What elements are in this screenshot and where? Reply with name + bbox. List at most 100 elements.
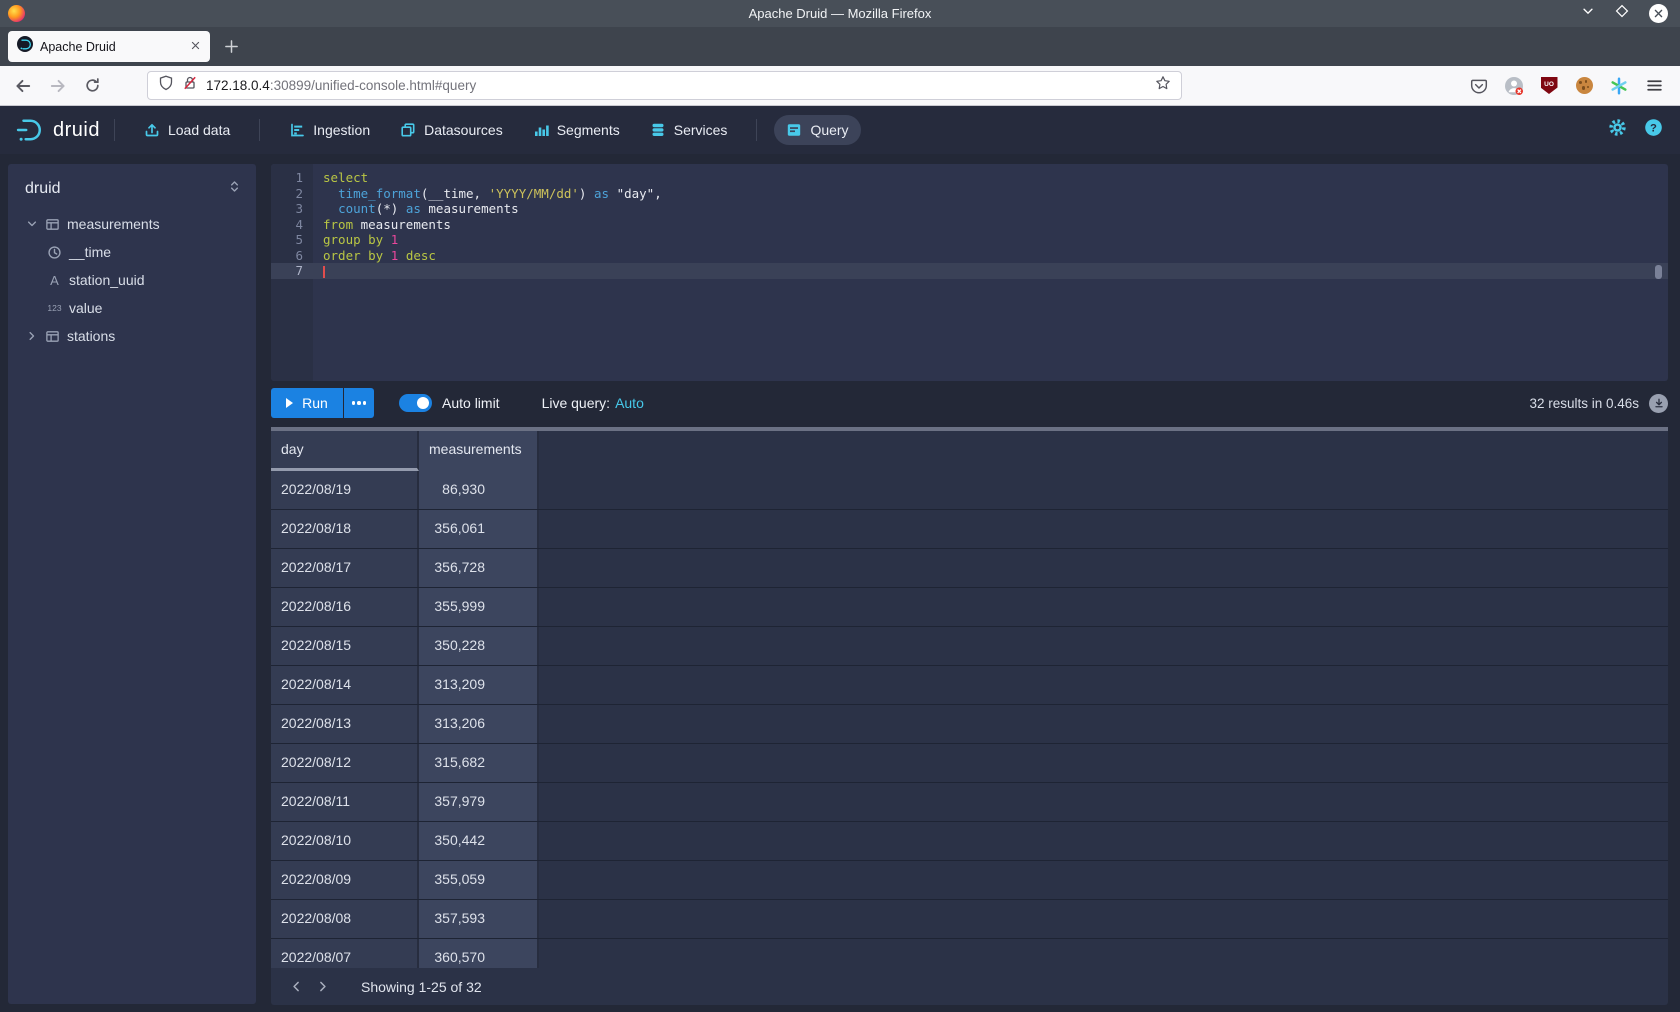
tab-close-icon[interactable] [190,38,201,56]
nav-item-label: Services [674,122,728,138]
cell-measurements[interactable]: 356,061 [419,510,539,548]
cell-day[interactable]: 2022/08/19 [271,471,419,509]
run-more-options-button[interactable] [344,388,374,418]
table-row[interactable]: 2022/08/17356,728 [271,549,1668,588]
cell-measurements[interactable]: 355,059 [419,861,539,899]
cell-measurements[interactable]: 356,728 [419,549,539,587]
new-tab-button[interactable] [224,39,239,54]
table-row[interactable]: 2022/08/1986,930 [271,471,1668,510]
table-row[interactable]: 2022/08/16355,999 [271,588,1668,627]
table-row[interactable]: 2022/08/07360,570 [271,939,1668,968]
cell-measurements[interactable]: 86,930 [419,471,539,509]
cell-day[interactable]: 2022/08/13 [271,705,419,743]
tracking-shield-icon[interactable] [158,75,174,96]
cell-day[interactable]: 2022/08/18 [271,510,419,548]
cell-measurements[interactable]: 360,570 [419,939,539,968]
browser-tab[interactable]: Apache Druid [8,31,210,62]
editor-line-3[interactable]: 3 count(*) as measurements [271,201,1668,217]
tree-item-station-uuid[interactable]: Astation_uuid [8,266,256,294]
table-row[interactable]: 2022/08/10350,442 [271,822,1668,861]
editor-line-2[interactable]: 2 time_format(__time, 'YYYY/MM/dd') as "… [271,186,1668,202]
cell-day[interactable]: 2022/08/07 [271,939,419,968]
ublock-origin-icon[interactable]: UO [1539,76,1559,96]
editor-line-5[interactable]: 5group by 1 [271,232,1668,248]
nav-item-datasources[interactable]: Datasources [388,115,515,145]
auto-limit-toggle[interactable] [399,394,432,412]
column-header-day[interactable]: day [271,431,419,471]
cookie-extension-icon[interactable] [1574,76,1594,96]
tree-item---time[interactable]: __time [8,238,256,266]
cell-measurements[interactable]: 350,442 [419,822,539,860]
tree-item-measurements[interactable]: measurements [8,210,256,238]
window-close-icon[interactable] [1649,4,1668,23]
help-icon[interactable]: ? [1644,118,1663,142]
cell-day[interactable]: 2022/08/12 [271,744,419,782]
account-blocked-extension-icon[interactable] [1504,76,1524,96]
sql-editor[interactable]: 1select2 time_format(__time, 'YYYY/MM/dd… [271,164,1668,381]
download-results-icon[interactable] [1649,394,1668,413]
cell-measurements[interactable]: 357,593 [419,900,539,938]
editor-scrollbar-thumb[interactable] [1655,265,1662,279]
editor-line-4[interactable]: 4from measurements [271,217,1668,233]
table-row[interactable]: 2022/08/09355,059 [271,861,1668,900]
number-column-icon: 123 [46,303,63,313]
window-minimize-icon[interactable] [1581,4,1595,23]
schema-select-caret-icon[interactable] [228,180,241,198]
prev-page-icon[interactable] [283,974,309,1000]
cell-measurements[interactable]: 350,228 [419,627,539,665]
nav-item-label: Query [810,122,848,138]
bookmark-star-icon[interactable] [1155,75,1171,96]
table-row[interactable]: 2022/08/15350,228 [271,627,1668,666]
table-row[interactable]: 2022/08/14313,209 [271,666,1668,705]
cell-measurements[interactable]: 315,682 [419,744,539,782]
chevron-down-icon[interactable] [26,218,38,230]
chevron-right-icon[interactable] [26,330,38,342]
cell-measurements[interactable]: 313,209 [419,666,539,704]
druid-logo[interactable]: druid [14,117,100,143]
cell-measurements[interactable]: 313,206 [419,705,539,743]
editor-line-6[interactable]: 6order by 1 desc [271,248,1668,264]
run-button[interactable]: Run [271,388,343,418]
live-query-value[interactable]: Auto [615,395,644,411]
cell-day[interactable]: 2022/08/08 [271,900,419,938]
cell-day[interactable]: 2022/08/15 [271,627,419,665]
forward-icon[interactable] [49,77,67,95]
nav-item-query[interactable]: Query [774,115,860,145]
menu-icon[interactable] [1644,76,1664,96]
pocket-icon[interactable] [1469,76,1489,96]
cell-day[interactable]: 2022/08/09 [271,861,419,899]
table-row[interactable]: 2022/08/13313,206 [271,705,1668,744]
table-row[interactable]: 2022/08/11357,979 [271,783,1668,822]
editor-line-7[interactable]: 7 [271,263,1668,279]
table-row[interactable]: 2022/08/08357,593 [271,900,1668,939]
cell-day[interactable]: 2022/08/14 [271,666,419,704]
nav-item-ingestion[interactable]: Ingestion [277,115,382,145]
back-icon[interactable] [14,77,32,95]
settings-gear-icon[interactable] [1608,118,1627,142]
cell-measurements[interactable]: 355,999 [419,588,539,626]
url-path: :30899/unified-console.html#query [270,78,476,93]
url-bar[interactable]: 172.18.0.4:30899/unified-console.html#qu… [147,71,1182,100]
column-header-measurements[interactable]: measurements [419,431,539,471]
cell-day[interactable]: 2022/08/10 [271,822,419,860]
editor-line-1[interactable]: 1select [271,170,1668,186]
cell-day[interactable]: 2022/08/17 [271,549,419,587]
schema-name[interactable]: druid [25,180,61,198]
asterisk-extension-icon[interactable] [1609,76,1629,96]
bars-icon [533,122,549,138]
table-row[interactable]: 2022/08/18356,061 [271,510,1668,549]
cell-day[interactable]: 2022/08/11 [271,783,419,821]
insecure-lock-icon[interactable] [182,75,198,96]
window-maximize-icon[interactable] [1615,4,1629,23]
nav-item-segments[interactable]: Segments [521,115,632,145]
nav-item-services[interactable]: Services [638,115,740,145]
cell-measurements[interactable]: 357,979 [419,783,539,821]
next-page-icon[interactable] [309,974,335,1000]
tree-item-stations[interactable]: stations [8,322,256,350]
nav-item-load-data[interactable]: Load data [132,115,242,145]
reload-icon[interactable] [84,77,101,94]
tree-item-value[interactable]: 123value [8,294,256,322]
table-row[interactable]: 2022/08/12315,682 [271,744,1668,783]
cell-day[interactable]: 2022/08/16 [271,588,419,626]
window-title: Apache Druid — Mozilla Firefox [0,6,1680,21]
